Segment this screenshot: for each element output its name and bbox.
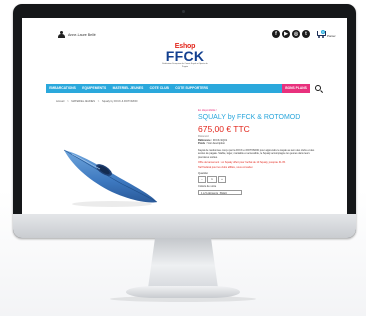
account-link[interactable]: Anne-Laure Bellé: [58, 31, 96, 38]
monitor-stand-base: [126, 286, 240, 298]
breadcrumb-home[interactable]: Accueil: [56, 100, 64, 103]
nav-item-cote-supporters[interactable]: COTE SUPPORTERS: [172, 84, 211, 93]
facebook-icon[interactable]: f: [272, 30, 280, 38]
breadcrumb: Accueil > MATERIEL JEUNES > Squaly by FF…: [56, 100, 140, 103]
eshop-ffck-logo[interactable]: Eshop FFCK Fédération Française de Canoë…: [162, 43, 208, 69]
twitter-icon[interactable]: t: [302, 30, 310, 38]
cart-label: Panier: [327, 34, 336, 38]
nav-item-cote-club[interactable]: COTE CLUB: [146, 84, 172, 93]
product-price: 675,00 € TTC: [198, 124, 250, 134]
weight-label: Poids :: [198, 142, 207, 146]
camera: [182, 10, 185, 13]
option-select[interactable]: 1 à 5 éléments : BLEU: [198, 189, 242, 195]
monitor-stand-neck: [148, 238, 218, 288]
product-image-kayak[interactable]: [60, 130, 160, 210]
quantity-increase-button[interactable]: +: [218, 176, 226, 184]
website-screen: Anne-Laure Bellé f ▶ ◎ t 0 Panier Eshop …: [22, 18, 347, 214]
product-details: En disponibilité ! SQUALY by FFCK & ROTO…: [198, 109, 343, 195]
weight-value: Voir description: [207, 142, 226, 146]
account-label: Anne-Laure Bellé: [68, 32, 96, 37]
product-title: SQUALY by FFCK & ROTOMOD: [198, 114, 301, 121]
quantity-label: Quantité: [198, 171, 208, 175]
cart-count-badge: 0: [321, 30, 325, 34]
nav-item-bons-plans[interactable]: BONS PLANS: [282, 84, 310, 93]
quantity-decrease-button[interactable]: −: [198, 176, 206, 184]
instagram-icon[interactable]: ◎: [292, 30, 300, 38]
youtube-icon[interactable]: ▶: [282, 30, 290, 38]
option-label: Coloris de votre: [198, 185, 217, 189]
breadcrumb-current: Squaly by FFCK & ROTOMOD: [101, 100, 138, 103]
logo-tagline: Fédération Française de Canoë Kayak et S…: [162, 63, 208, 68]
logo-ffck-text: FFCK: [165, 48, 205, 64]
nav-item-equipements[interactable]: EQUIPEMENTS: [79, 84, 109, 93]
availability: En disponibilité !: [198, 109, 217, 112]
social-links: f ▶ ◎ t: [272, 30, 310, 38]
nav-item-embarcations[interactable]: EMBARCATIONS: [46, 84, 79, 93]
breadcrumb-category[interactable]: MATERIEL JEUNES: [71, 100, 95, 103]
cart-button[interactable]: 0 Panier: [316, 30, 336, 38]
nav-item-materiel-jeunes[interactable]: MATERIEL JEUNES: [109, 84, 146, 93]
promo-text-2: Tarif fédéral pour les clubs affiliés, n…: [198, 166, 254, 170]
monitor: Anne-Laure Bellé f ▶ ◎ t 0 Panier Eshop …: [13, 4, 356, 238]
main-nav: EMBARCATIONS EQUIPEMENTS MATERIEL JEUNES…: [46, 84, 310, 93]
breadcrumb-separator: >: [97, 100, 100, 103]
user-icon: [58, 31, 65, 38]
search-icon[interactable]: [315, 85, 323, 93]
promo-text: Offre de lancement : un Squaly offert po…: [198, 161, 286, 164]
breadcrumb-separator: >: [67, 100, 69, 103]
product-weight: Poids : Voir description: [198, 142, 343, 146]
cart-icon: 0: [316, 30, 326, 38]
quantity-stepper: − 1 +: [198, 176, 343, 184]
quantity-input[interactable]: 1: [207, 176, 217, 184]
product-description: Kayak de randonnée conçu par la FFCK et …: [198, 148, 315, 159]
monitor-chin: [13, 214, 356, 238]
